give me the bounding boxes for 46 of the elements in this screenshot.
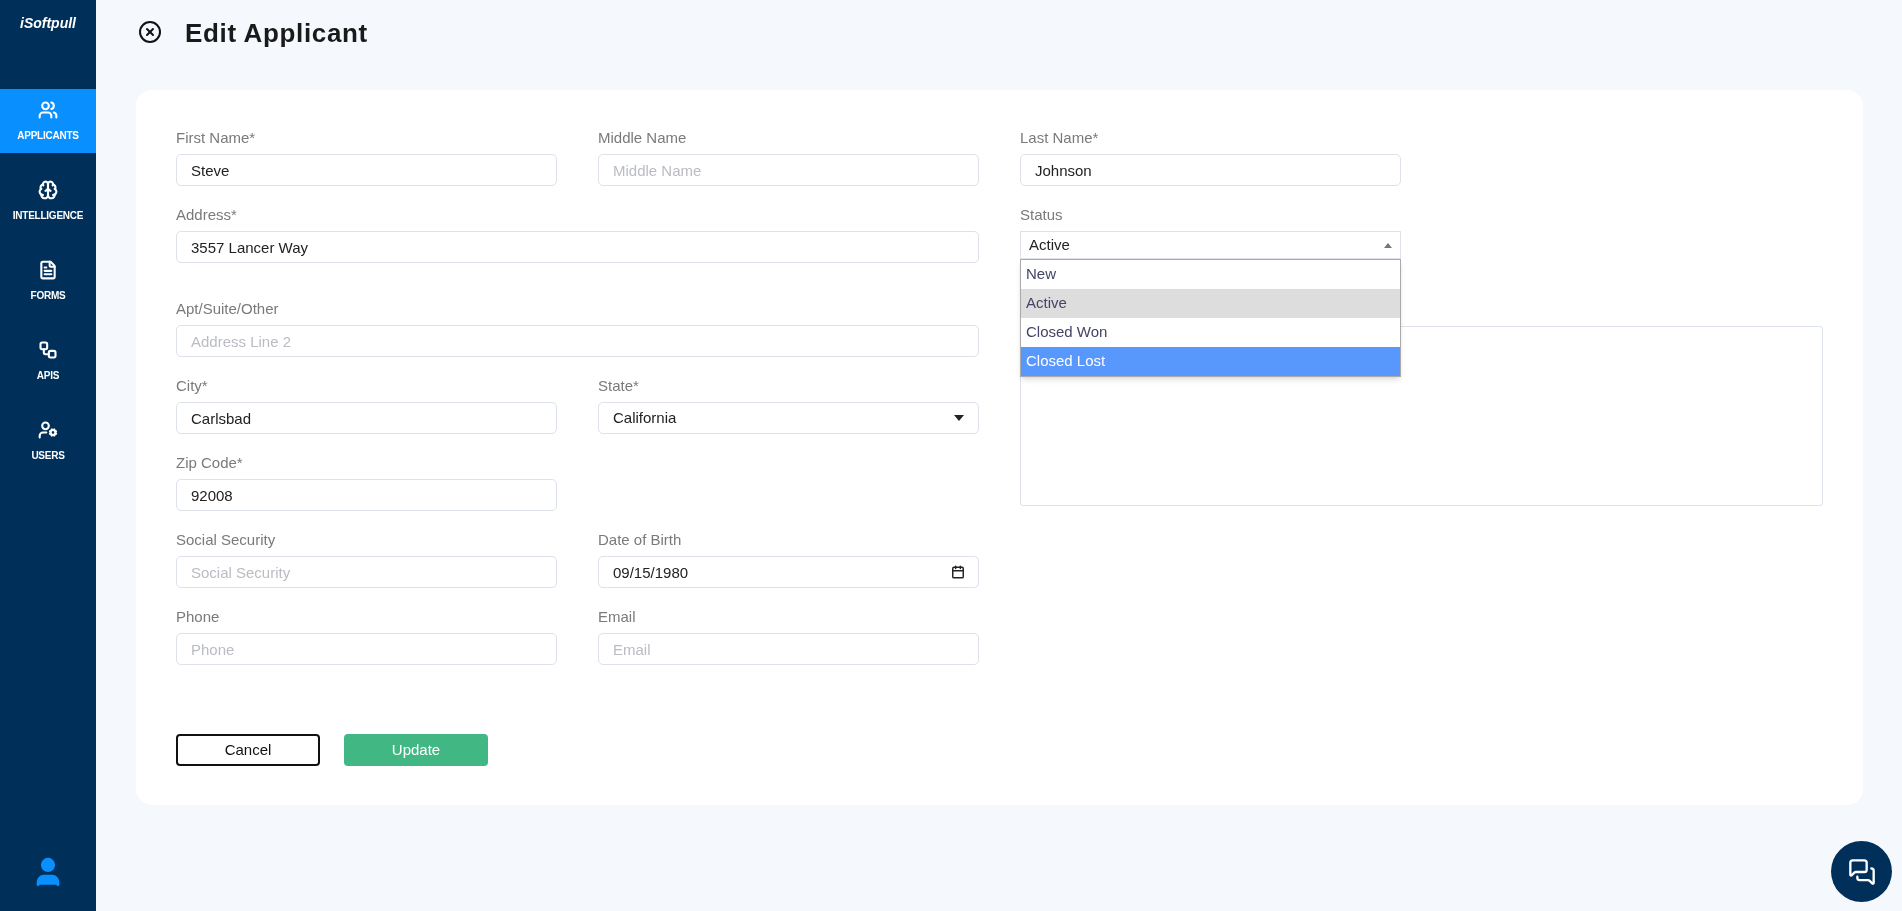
nav-item[interactable]: FORMS [0,249,96,313]
apis-icon [38,339,58,360]
nav-item[interactable]: INTELLIGENCE [0,169,96,233]
field-label: Middle Name [598,128,688,148]
input-field[interactable]: 92008 [176,479,557,511]
field-label: Status [1020,205,1064,225]
input-field[interactable]: Address Line 2 [176,325,979,357]
cancel-button[interactable]: Cancel [176,734,320,766]
field-label: Social Security [176,530,277,550]
field-label: State* [598,376,640,396]
field-label: Email [598,607,637,627]
field-label: Phone [176,607,221,627]
intelligence-icon [38,179,58,200]
forms-icon [38,259,58,280]
field-label: Zip Code* [176,453,244,473]
calendar-icon[interactable] [951,565,965,579]
dropdown-option[interactable]: Closed Won [1021,318,1400,347]
logo: iSoftpull [20,14,76,33]
input-field[interactable]: Phone [176,633,557,665]
users-icon [38,419,58,440]
input-field[interactable]: Email [598,633,979,665]
field-label: Last Name* [1020,128,1100,148]
page-title: Edit Applicant [185,18,368,48]
dropdown-option[interactable]: New [1021,260,1400,289]
input-field[interactable]: Middle Name [598,154,979,186]
caret-icon [954,415,964,421]
state-select[interactable]: California [598,402,979,434]
input-field[interactable]: Johnson [1020,154,1401,186]
chat-button[interactable] [1831,841,1892,902]
input-field[interactable]: Social Security [176,556,557,588]
field-label: First Name* [176,128,257,148]
field-label: City* [176,376,209,396]
nav-item[interactable]: APIS [0,329,96,393]
date-field[interactable]: 09/15/1980 [598,556,979,588]
field-label: Apt/Suite/Other [176,299,280,319]
chat-icon [1847,857,1876,886]
nav-item[interactable]: USERS [0,409,96,473]
input-field[interactable]: 3557 Lancer Way [176,231,979,263]
status-select[interactable]: Active [1020,231,1401,259]
input-field[interactable]: Carlsbad [176,402,557,434]
field-label: Date of Birth [598,530,683,550]
field-label: Address* [176,205,238,225]
close-icon[interactable] [138,20,162,44]
input-field[interactable]: Steve [176,154,557,186]
applicants-icon [38,99,58,120]
dropdown-option[interactable]: Active [1021,289,1400,318]
